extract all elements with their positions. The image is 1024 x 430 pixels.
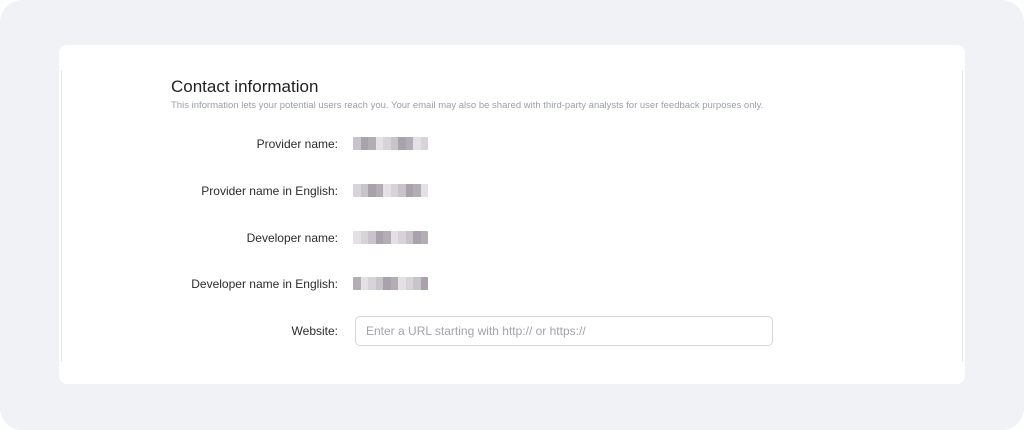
- redaction-pixel: [360, 277, 368, 290]
- provider-name-row: Provider name:: [59, 129, 965, 159]
- redaction-pixel: [375, 277, 383, 290]
- developer-name-en-value-redacted: [353, 277, 428, 290]
- page-background: Contact information This information let…: [0, 0, 1024, 430]
- redaction-pixel: [368, 184, 376, 197]
- redaction-pixel: [420, 184, 428, 197]
- redaction-pixel: [375, 137, 383, 150]
- redaction-pixel: [368, 231, 376, 244]
- developer-name-row: Developer name:: [59, 223, 965, 253]
- developer-name-label: Developer name:: [246, 231, 338, 245]
- developer-name-en-label: Developer name in English:: [191, 277, 338, 291]
- redaction-pixel: [420, 231, 428, 244]
- website-label: Website:: [291, 324, 338, 338]
- redaction-pixel: [353, 231, 361, 244]
- redaction-pixel: [413, 277, 421, 290]
- provider-name-value-redacted: [353, 137, 428, 150]
- redaction-pixel: [368, 277, 376, 290]
- redaction-pixel: [398, 184, 406, 197]
- redaction-pixel: [390, 277, 398, 290]
- provider-name-en-row: Provider name in English:: [59, 176, 965, 206]
- redaction-pixel: [398, 277, 406, 290]
- section-description: This information lets your potential use…: [171, 100, 764, 111]
- redaction-pixel: [383, 231, 391, 244]
- redaction-pixel: [353, 137, 361, 150]
- redaction-pixel: [413, 137, 421, 150]
- redaction-pixel: [420, 277, 428, 290]
- redaction-pixel: [360, 231, 368, 244]
- redaction-pixel: [353, 184, 361, 197]
- redaction-pixel: [368, 137, 376, 150]
- website-row: Website:: [59, 316, 965, 346]
- redaction-pixel: [353, 277, 361, 290]
- redaction-pixel: [390, 184, 398, 197]
- redaction-pixel: [383, 277, 391, 290]
- provider-name-en-label: Provider name in English:: [201, 184, 338, 198]
- redaction-pixel: [405, 184, 413, 197]
- redaction-pixel: [360, 137, 368, 150]
- redaction-pixel: [383, 184, 391, 197]
- redaction-pixel: [405, 137, 413, 150]
- redaction-pixel: [398, 231, 406, 244]
- redaction-pixel: [375, 231, 383, 244]
- redaction-pixel: [420, 137, 428, 150]
- redaction-pixel: [398, 137, 406, 150]
- redaction-pixel: [383, 137, 391, 150]
- redaction-pixel: [390, 137, 398, 150]
- contact-information-card: Contact information This information let…: [59, 45, 965, 384]
- provider-name-en-value-redacted: [353, 184, 428, 197]
- redaction-pixel: [413, 231, 421, 244]
- website-input[interactable]: [355, 316, 773, 346]
- developer-name-en-row: Developer name in English:: [59, 269, 965, 299]
- redaction-pixel: [405, 231, 413, 244]
- redaction-pixel: [360, 184, 368, 197]
- provider-name-label: Provider name:: [256, 137, 338, 151]
- developer-name-value-redacted: [353, 231, 428, 244]
- redaction-pixel: [390, 231, 398, 244]
- redaction-pixel: [405, 277, 413, 290]
- redaction-pixel: [413, 184, 421, 197]
- section-title: Contact information: [171, 77, 319, 96]
- redaction-pixel: [375, 184, 383, 197]
